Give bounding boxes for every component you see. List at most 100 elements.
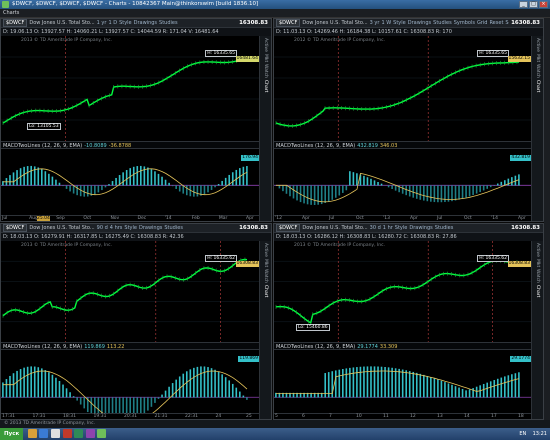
folder-icon[interactable]	[27, 429, 37, 438]
side-tab-chart[interactable]: Chart	[535, 80, 540, 92]
macd-histogram-bar	[303, 185, 305, 204]
macd-chart[interactable]	[274, 350, 531, 413]
style-menu[interactable]: Style	[119, 19, 132, 27]
grid-button[interactable]: Grid	[477, 19, 488, 27]
macd-histogram-bar	[185, 185, 188, 196]
side-tab-watch[interactable]: Watch	[263, 64, 268, 78]
macd-histogram-bar	[161, 176, 163, 186]
style-menu[interactable]: Style	[393, 19, 406, 27]
drawings-menu[interactable]: Drawings	[139, 224, 162, 232]
reset-button[interactable]: Reset	[489, 19, 503, 27]
maximize-button[interactable]: □	[529, 1, 538, 8]
macd-histogram-bar	[235, 387, 238, 398]
price-chart[interactable]: 2013 © TD Ameritrade IP Company, Inc. H: …	[1, 36, 259, 141]
macd-chart[interactable]	[1, 350, 259, 413]
macd-histogram-bar	[342, 369, 344, 398]
minimize-button[interactable]: _	[519, 1, 528, 8]
time-axis-tick: Oct	[464, 216, 472, 221]
language-indicator[interactable]: EN	[519, 431, 526, 437]
macd-histogram-bar	[16, 170, 18, 186]
time-axis-tick: Jul	[329, 216, 335, 221]
macd-histogram-bar	[313, 185, 316, 205]
side-tab-watch[interactable]: Watch	[535, 64, 540, 78]
time-period-selector[interactable]: 90 d	[97, 224, 108, 232]
time-axis-tick: Mar	[218, 216, 228, 221]
macd-histogram-bar	[493, 380, 496, 398]
macd-chart[interactable]	[274, 149, 531, 215]
side-tab-mkt[interactable]: Mkt	[535, 54, 540, 62]
interval-selector[interactable]: 4 hrs	[110, 224, 123, 232]
style-menu[interactable]: Style	[395, 224, 408, 232]
clock: 13:21	[532, 431, 547, 437]
thinkorswim-taskbar-icon[interactable]	[97, 429, 107, 438]
macd-histogram-bar	[454, 386, 457, 398]
side-tab-watch[interactable]: Watch	[263, 269, 268, 283]
macd-histogram-bar	[94, 185, 96, 195]
drawings-menu[interactable]: Drawings	[409, 224, 432, 232]
macd-histogram-bar	[30, 165, 32, 186]
menu-charts[interactable]: Charts	[3, 9, 19, 18]
side-tab-watch[interactable]: Watch	[535, 269, 540, 283]
side-tab-chart[interactable]: Chart	[535, 285, 540, 297]
side-tab-active[interactable]: Active	[263, 38, 268, 52]
interval-selector[interactable]: 1 D	[108, 19, 117, 27]
last-price: 16308.83	[237, 224, 270, 232]
symbol-field[interactable]: $DWCF	[276, 224, 301, 232]
macd-histogram-bar	[475, 386, 478, 398]
macd-histogram-bar	[504, 376, 506, 398]
symbols-button[interactable]: Symbols	[454, 19, 475, 27]
macd-histogram-bar	[465, 185, 467, 198]
side-tab-chart[interactable]: Chart	[263, 80, 268, 92]
macd-histogram-bar	[394, 185, 397, 191]
price-chart[interactable]: 2013 © TD Ameritrade IP Company, Inc. H: …	[1, 241, 259, 342]
side-tab-mkt[interactable]: Mkt	[535, 259, 540, 267]
drawings-menu[interactable]: Drawings	[134, 19, 157, 27]
time-period-selector[interactable]: 30 d	[370, 224, 381, 232]
macd-histogram-bar	[33, 366, 36, 398]
side-tab-active[interactable]: Active	[535, 38, 540, 52]
symbol-field[interactable]: $DWCF	[276, 19, 301, 27]
macd-histogram-bar	[178, 376, 181, 398]
side-tab-mkt[interactable]: Mkt	[263, 259, 268, 267]
ohlc-status-line: D: 18.03.13 O: 16286.12 H: 16308.83 L: 1…	[274, 233, 543, 241]
drawings-menu[interactable]: Drawings	[408, 19, 431, 27]
side-tab-active[interactable]: Active	[263, 243, 268, 257]
macd-histogram-bar	[338, 369, 341, 398]
macd-histogram-bar	[193, 185, 195, 197]
macd-histogram-bar	[150, 397, 153, 407]
symbol-description: Dow Jones U.S. Total Sto...	[29, 225, 95, 231]
close-button[interactable]: ×	[539, 1, 548, 8]
studies-menu[interactable]: Studies	[159, 19, 178, 27]
browser-icon[interactable]	[39, 429, 49, 438]
studies-menu[interactable]: Studies	[435, 224, 454, 232]
system-tray: EN 13:21	[519, 428, 547, 440]
side-tab-chart[interactable]: Chart	[263, 285, 268, 297]
document-icon[interactable]	[50, 429, 60, 438]
start-button[interactable]: Пуск	[0, 428, 24, 440]
last-price: 16308.83	[509, 224, 542, 232]
studies-menu[interactable]: Studies	[164, 224, 183, 232]
studies-menu[interactable]: Studies	[433, 19, 452, 27]
time-axis-tick: Oct	[83, 216, 92, 221]
interval-selector[interactable]: 1 hr	[383, 224, 393, 232]
price-chart[interactable]: 2012 © TD Ameritrade IP Company, Inc. H: …	[274, 36, 531, 141]
time-axis-tick: Apr	[410, 216, 418, 221]
macd-chart[interactable]	[1, 149, 259, 215]
side-tab-rail: Active Mkt Watch Chart	[259, 241, 271, 419]
symbol-field[interactable]: $DWCF	[3, 224, 28, 232]
spreadsheet-icon[interactable]	[74, 429, 84, 438]
time-period-selector[interactable]: 1 yr	[97, 19, 107, 27]
time-period-selector[interactable]: 3 yr	[370, 19, 380, 27]
app-icon[interactable]	[85, 429, 95, 438]
macd-histogram-bar	[489, 381, 492, 398]
macd-histogram-bar	[154, 397, 156, 403]
style-menu[interactable]: Style	[124, 224, 137, 232]
status-text: © 2013 TD Ameritrade IP Company, Inc.	[4, 421, 96, 426]
price-chart[interactable]: 2013 © TD Ameritrade IP Company, Inc. H: …	[274, 241, 531, 342]
side-tab-mkt[interactable]: Mkt	[263, 54, 268, 62]
side-tab-active[interactable]: Active	[535, 243, 540, 257]
interval-selector[interactable]: 1 W	[381, 19, 391, 27]
macd-histogram-bar	[154, 171, 156, 186]
media-icon[interactable]	[62, 429, 72, 438]
symbol-field[interactable]: $DWCF	[3, 19, 28, 27]
